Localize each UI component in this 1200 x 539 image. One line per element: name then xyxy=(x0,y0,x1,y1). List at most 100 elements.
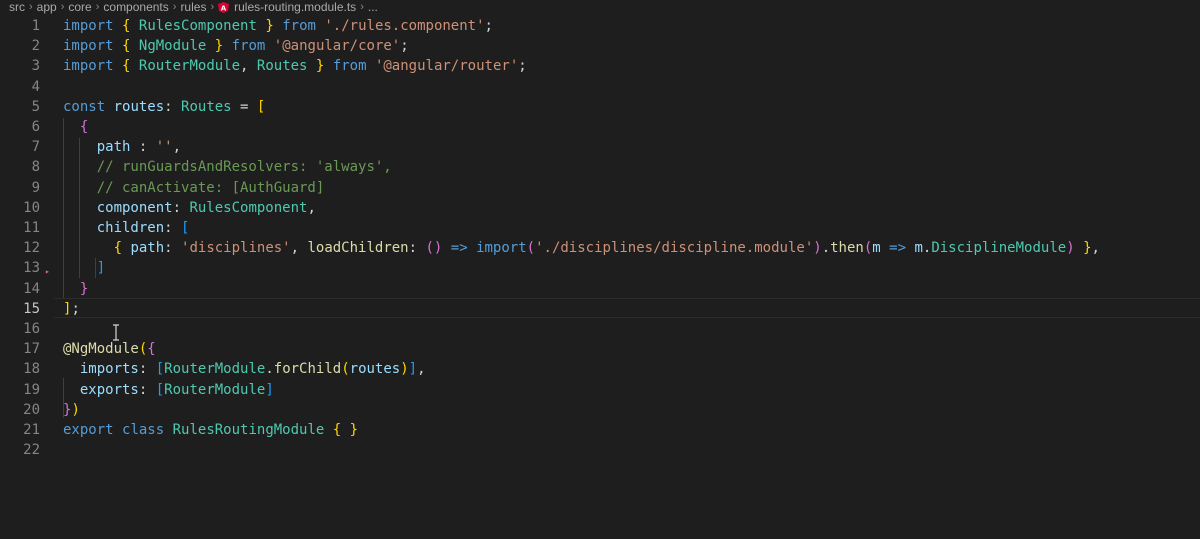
code-token: m xyxy=(914,240,923,257)
code-text[interactable]: { path: 'disciplines', loadChildren: () … xyxy=(63,238,1100,258)
code-token: [ xyxy=(181,220,190,236)
code-line[interactable]: 3 import { RouterModule, Routes } from '@… xyxy=(0,56,1200,76)
code-token: : xyxy=(130,139,156,156)
code-editor[interactable]: ▸ 1 import { RulesComponent } from './rul… xyxy=(0,16,1200,539)
editor-window: { "breadcrumb": { "items": ["src", "app"… xyxy=(0,0,1200,539)
code-token: . xyxy=(265,361,274,378)
code-token: '' xyxy=(155,139,173,156)
code-line[interactable]: 14 } xyxy=(0,279,1200,299)
code-text[interactable]: import { RulesComponent } from './rules.… xyxy=(63,16,493,36)
code-text[interactable]: export class RulesRoutingModule { } xyxy=(63,420,358,440)
code-line[interactable]: 8 // runGuardsAndResolvers: 'always', xyxy=(0,157,1200,177)
code-text[interactable]: imports: [RouterModule.forChild(routes)]… xyxy=(63,359,426,379)
code-line[interactable]: 15]; xyxy=(0,299,1200,319)
code-line[interactable]: 1 import { RulesComponent } from './rules… xyxy=(0,16,1200,36)
code-line[interactable]: 12 { path: 'disciplines', loadChildren: … xyxy=(0,238,1200,258)
line-number: 4 xyxy=(31,78,40,95)
code-text[interactable]: exports: [RouterModule] xyxy=(63,380,274,400)
code-token: [ xyxy=(155,361,165,378)
code-text[interactable]: path : '', xyxy=(63,137,181,157)
code-token: from xyxy=(282,18,316,34)
code-token: ) xyxy=(400,361,409,378)
line-number: 6 xyxy=(31,119,40,135)
code-line[interactable]: 5 const routes: Routes = [ xyxy=(0,97,1200,117)
chevron-right-icon: › xyxy=(360,1,364,13)
line-number: 10 xyxy=(23,199,40,216)
code-token: , xyxy=(1091,240,1100,257)
code-line[interactable]: 22 xyxy=(0,440,1200,460)
code-text[interactable]: const routes: Routes = [ xyxy=(63,97,265,117)
code-token: RouterModule xyxy=(138,58,241,75)
code-text[interactable]: ]; xyxy=(63,299,80,319)
line-number: 8 xyxy=(31,159,40,176)
code-text[interactable]: // runGuardsAndResolvers: 'always', xyxy=(63,157,392,177)
code-line[interactable]: 4 xyxy=(0,77,1200,97)
code-token: children xyxy=(96,220,165,236)
code-token: ; xyxy=(400,38,409,55)
code-text[interactable]: { xyxy=(63,117,88,137)
line-number: 16 xyxy=(23,321,40,337)
code-token: { xyxy=(113,240,123,257)
code-text[interactable]: children: [ xyxy=(63,218,190,238)
code-text[interactable]: import { NgModule } from '@angular/core'… xyxy=(63,36,409,56)
code-token: => xyxy=(889,240,907,257)
breadcrumb-item-src[interactable]: src xyxy=(9,0,25,14)
code-text[interactable]: @NgModule({ xyxy=(63,339,156,359)
code-text[interactable]: ] xyxy=(63,258,105,278)
code-token: import xyxy=(63,38,114,55)
code-text[interactable]: import { RouterModule, Routes } from '@a… xyxy=(63,56,527,76)
chevron-right-icon: › xyxy=(172,1,177,13)
code-token: forChild xyxy=(273,361,342,378)
breadcrumb-item-rules[interactable]: rules xyxy=(180,0,206,14)
line-number: 13 xyxy=(23,260,40,277)
code-line[interactable]: 21 export class RulesRoutingModule { } xyxy=(0,420,1200,440)
code-line[interactable]: 20}) xyxy=(0,400,1200,420)
breadcrumb-file[interactable]: rules-routing.module.ts xyxy=(234,0,356,14)
code-line[interactable]: 18 imports: [RouterModule.forChild(route… xyxy=(0,359,1200,379)
code-token: from xyxy=(231,38,266,55)
code-token: . xyxy=(821,240,831,257)
code-line[interactable]: 17 @NgModule({ xyxy=(0,339,1200,359)
code-line[interactable]: 11 children: [ xyxy=(0,218,1200,238)
code-line[interactable]: 13 ] xyxy=(0,258,1200,278)
code-token: component xyxy=(96,199,173,216)
code-text[interactable]: component: RulesComponent, xyxy=(63,198,316,218)
code-line[interactable]: 16 xyxy=(0,319,1200,339)
code-line[interactable]: 10 component: RulesComponent, xyxy=(0,198,1200,218)
code-text[interactable]: }) xyxy=(63,400,80,420)
code-text[interactable]: } xyxy=(63,279,88,299)
breadcrumb-item-components[interactable]: components xyxy=(103,0,168,14)
breadcrumb-more[interactable]: ... xyxy=(368,0,378,14)
breadcrumb-item-core[interactable]: core xyxy=(68,0,91,14)
code-token: './disciplines/discipline.module' xyxy=(535,240,814,257)
code-token: // canActivate: [AuthGuard] xyxy=(96,179,325,196)
angular-icon: A xyxy=(218,1,230,13)
code-token: ] xyxy=(408,361,418,378)
code-token: export xyxy=(63,422,114,438)
breadcrumb-item-app[interactable]: app xyxy=(37,0,57,14)
code-line[interactable]: 9 // canActivate: [AuthGuard] xyxy=(0,178,1200,198)
line-number: 12 xyxy=(23,240,40,257)
code-token: routes xyxy=(113,98,165,115)
line-number: 20 xyxy=(23,401,40,418)
code-line[interactable]: 6 { xyxy=(0,117,1200,137)
code-token: : xyxy=(138,361,156,378)
code-token: : xyxy=(408,240,426,257)
code-line[interactable]: 2 import { NgModule } from '@angular/core… xyxy=(0,36,1200,56)
code-line[interactable]: 7 path : '', xyxy=(0,137,1200,157)
code-token: : xyxy=(172,199,190,216)
code-token: path xyxy=(96,139,131,156)
code-text[interactable]: // canActivate: [AuthGuard] xyxy=(63,178,325,198)
breadcrumb: src › app › core › components › rules › … xyxy=(0,0,1200,14)
code-line[interactable]: 19 exports: [RouterModule] xyxy=(0,380,1200,400)
